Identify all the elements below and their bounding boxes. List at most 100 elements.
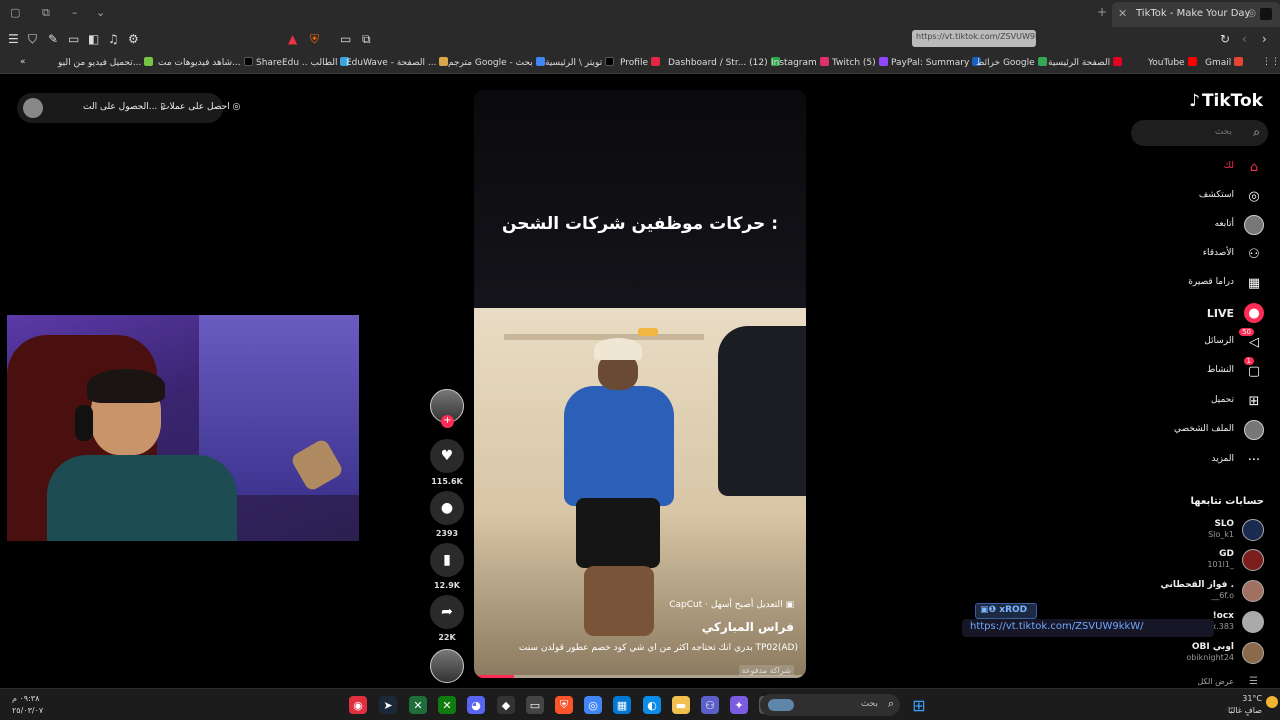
sound-disc[interactable] (430, 649, 464, 683)
nav-following[interactable]: أتابعه (1164, 215, 1264, 237)
chevron-down-icon[interactable]: ⌄ (96, 6, 105, 19)
bookmarks-overflow-icon[interactable]: « (20, 57, 26, 67)
nav-more[interactable]: المزيد ··· (1164, 450, 1264, 472)
bookmark-item[interactable]: الصفحة الرئيسية (1048, 57, 1123, 68)
music-icon[interactable]: ♫ (108, 32, 119, 46)
back-icon[interactable]: ‹ (1242, 32, 1247, 46)
mute-icon[interactable]: ◎ (1247, 8, 1256, 19)
bookmark-icon[interactable]: ▮ (430, 543, 464, 577)
nav-for-you[interactable]: لك ⌂ (1184, 157, 1264, 179)
comment-action[interactable]: ● 2393 (430, 491, 464, 538)
bookmark-item[interactable]: خرائط Google (976, 57, 1047, 68)
get-coins-button[interactable]: احصل على عملات ◎ (161, 102, 240, 112)
share-icon[interactable]: ➦ (430, 595, 464, 629)
tab-icon[interactable]: ▭ (68, 32, 79, 46)
link-overlay[interactable]: https://vt.tiktok.com/ZSVUW9kkW/ (962, 619, 1214, 637)
creator-avatar-button[interactable]: + (430, 389, 464, 428)
pen-icon[interactable]: ✎ (48, 32, 58, 46)
chrome-icon[interactable]: ◎ (584, 696, 602, 714)
bookmark-item[interactable]: YouTube (1148, 57, 1197, 68)
sidebar-icon[interactable]: ◧ (88, 32, 99, 46)
capcut-anchor[interactable]: CapCut · التعديل أصبح أسهل ▣ (669, 600, 794, 610)
bookmark-item[interactable]: EduWave - الصفحة ... (346, 57, 449, 68)
nav-friends[interactable]: الأصدقاء ⚇ (1164, 244, 1264, 266)
reload-icon[interactable]: ↻ (1220, 32, 1230, 46)
video-progress-bar[interactable] (474, 675, 806, 678)
bookmarks-bar: « تحميل فيديو من اليو... شاهد فيديوهات م… (0, 52, 1280, 74)
nav-messages[interactable]: الرسائل ◁ 50 (1164, 328, 1264, 354)
translate-icon[interactable]: ⧉ (362, 32, 371, 47)
sound-disc-avatar[interactable] (430, 649, 464, 683)
user-avatar[interactable] (23, 98, 43, 118)
followed-account[interactable]: OBI اوبي obiknight24 (1124, 642, 1264, 666)
xbox-icon[interactable]: ✕ (438, 696, 456, 714)
brave-shield-icon[interactable]: ⛨ (310, 32, 319, 47)
heart-icon[interactable]: ♥ (430, 439, 464, 473)
system-clock[interactable]: ٠٩:٣٨ م ٢٥/٠٣/٠٧ (12, 693, 43, 717)
taskbar-search[interactable]: بحث ⌕ (760, 694, 900, 716)
weather-widget[interactable]: 31°C صافٍ غالبًا (1228, 693, 1278, 717)
like-action[interactable]: ♥ 115.6K (430, 439, 464, 486)
bookmark-item[interactable]: شاهد فيديوهات مت... (158, 57, 253, 68)
nav-activity[interactable]: النشاط ▢ 1 (1164, 357, 1264, 383)
brave-icon[interactable]: ⛨ (555, 696, 573, 714)
bookmark-item[interactable]: مترجم Google - بحث (448, 57, 545, 68)
comment-icon[interactable]: ● (430, 491, 464, 525)
menu-icon[interactable]: ☰ (8, 32, 19, 46)
get-app-button[interactable]: الحصول على الت... ▯ (83, 102, 165, 112)
bookmark-item[interactable]: Gmail (1205, 57, 1244, 68)
bookmark-item[interactable]: ShareEdu .. الطالب (256, 57, 350, 68)
apps-grid-icon[interactable]: ⋮⋮ (1262, 57, 1280, 67)
weather-temp: 31°C (1242, 694, 1262, 703)
copilot-icon[interactable]: ✦ (730, 696, 748, 714)
search-input[interactable]: بحث ⌕ (1131, 120, 1268, 146)
obs-icon[interactable]: ◉ (349, 696, 367, 714)
store-icon[interactable]: ▦ (613, 696, 631, 714)
account-handle: __6f.o (1211, 591, 1234, 600)
app-icon[interactable]: ◆ (497, 696, 515, 714)
minimize-icon[interactable]: – (72, 6, 78, 19)
bookmark-item[interactable]: Dashboard / Str... (12) (668, 57, 780, 68)
close-tab-icon[interactable]: ✕ (1118, 7, 1127, 20)
video-player[interactable]: حركات موظفين شركات الشحن : CapCut · التع… (474, 90, 806, 678)
search-icon[interactable]: ⌕ (1253, 125, 1260, 140)
bookmark-item[interactable]: Instagram (771, 57, 829, 68)
bookmark-item[interactable]: Profile (620, 57, 660, 68)
cast-icon[interactable]: ▭ (340, 32, 351, 46)
bookmark-item[interactable]: تويتر \ الرئيسية (545, 57, 615, 68)
nav-label: الأصدقاء (1202, 248, 1234, 258)
warning-icon[interactable]: ▲ (288, 32, 297, 46)
shield-icon[interactable]: ⛉ (28, 32, 37, 47)
nav-explore[interactable]: استكشف ◎ (1164, 186, 1264, 208)
save-action[interactable]: ▮ 12.9K (430, 543, 464, 590)
new-tab-button[interactable]: + (1097, 5, 1107, 19)
window-menu-icon[interactable]: ▢ (10, 6, 20, 19)
bookmark-item[interactable]: Twitch (5) (832, 57, 888, 68)
steam-icon[interactable]: ➤ (379, 696, 397, 714)
nav-short-drama[interactable]: دراما قصيرة ▦ (1164, 273, 1264, 295)
nav-upload[interactable]: تحميل ⊞ (1164, 391, 1264, 413)
extensions-icon[interactable]: ⚙ (128, 32, 139, 46)
nav-profile[interactable]: الملف الشخصي (1154, 420, 1264, 442)
follow-plus-icon[interactable]: + (441, 415, 454, 428)
nav-label: LIVE (1206, 307, 1234, 320)
video-author[interactable]: فراس المباركي (702, 620, 794, 634)
discord-icon[interactable]: ◕ (467, 696, 485, 714)
edge-icon[interactable]: ◐ (643, 696, 661, 714)
teams-icon[interactable]: ⚇ (701, 696, 719, 714)
followed-account[interactable]: فواز القحطاني . __6f.o (1124, 580, 1264, 604)
windows-start-icon[interactable]: ⊞ (910, 696, 928, 715)
tab-tiktok[interactable]: ✕ TikTok - Make Your Day ◎ (1112, 2, 1280, 27)
followed-account[interactable]: SLO Slo_k1 (1124, 519, 1264, 543)
forward-icon[interactable]: › (1262, 32, 1267, 46)
excel-icon[interactable]: ✕ (409, 696, 427, 714)
bookmark-item[interactable]: PayPal: Summary (891, 57, 982, 68)
bookmark-item[interactable]: تحميل فيديو من اليو... (58, 57, 154, 68)
followed-account[interactable]: GD 101l1_ (1124, 549, 1264, 573)
share-action[interactable]: ➦ 22K (430, 595, 464, 642)
nav-live[interactable]: LIVE ● (1164, 303, 1264, 325)
restore-icon[interactable]: ⧉ (42, 6, 50, 20)
window-icon[interactable]: ▭ (526, 696, 544, 714)
tiktok-logo[interactable]: ♪ TikTok (1189, 91, 1263, 111)
folder-icon[interactable]: ▬ (672, 696, 690, 714)
